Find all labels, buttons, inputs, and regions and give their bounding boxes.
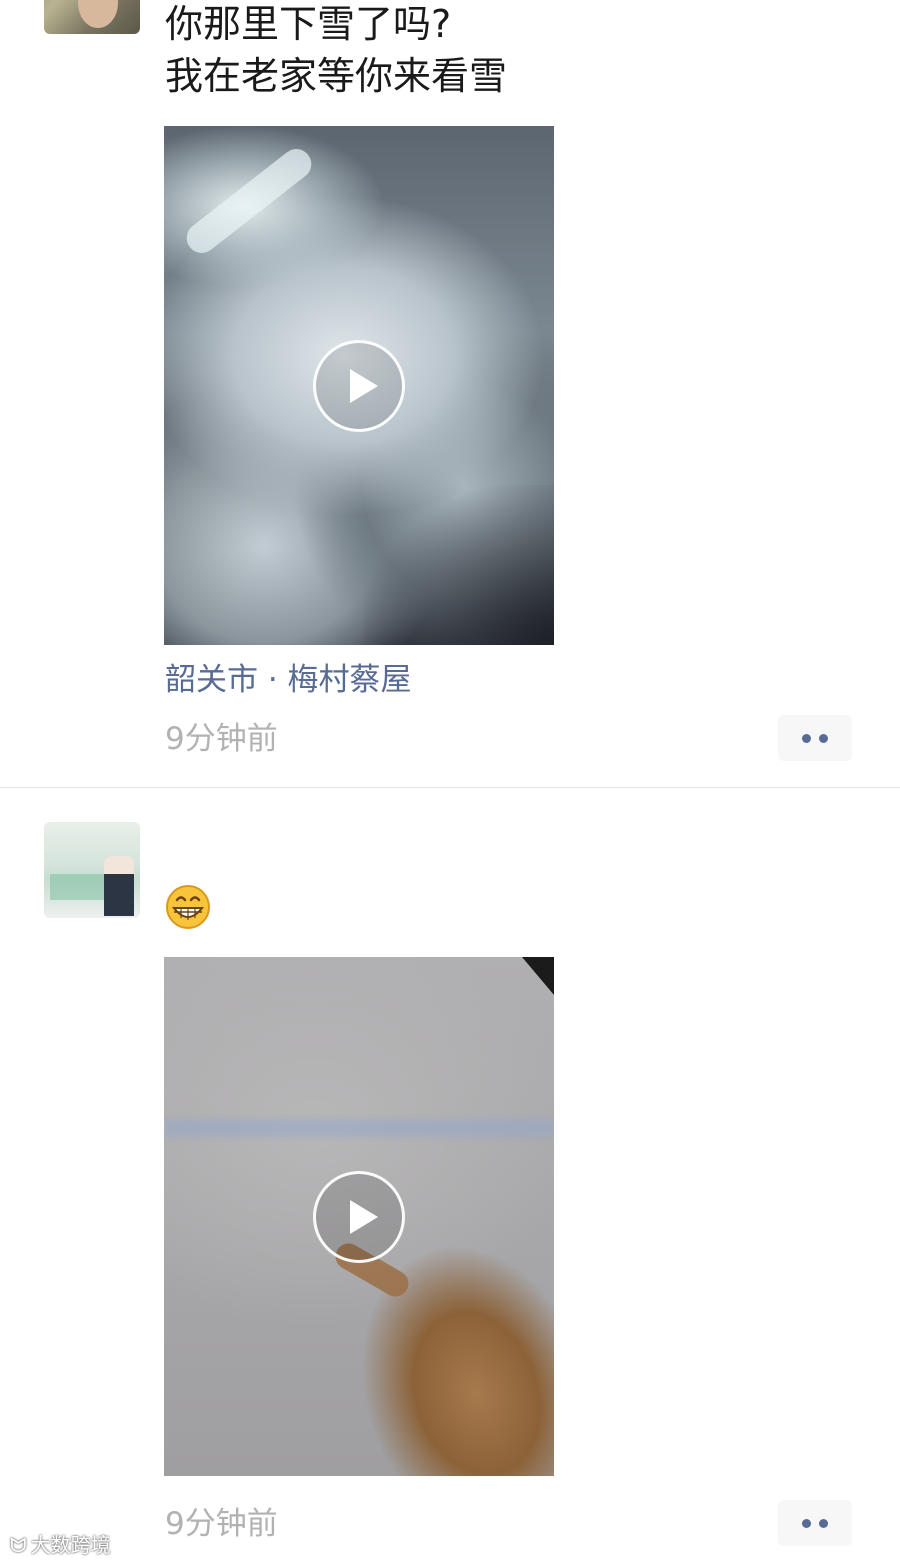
post-time: 9分钟前 <box>165 721 278 757</box>
avatar[interactable] <box>44 0 140 34</box>
moment-post: 9分钟前 <box>0 788 900 1563</box>
more-dots-icon <box>819 1519 828 1528</box>
caption-line: 我在老家等你来看雪 <box>165 54 508 98</box>
video-thumbnail[interactable] <box>164 957 554 1476</box>
video-frame-detail <box>180 143 318 259</box>
location-link[interactable]: 韶关市 · 梅村蔡屋 <box>165 660 412 700</box>
caption-line: 你那里下雪了吗? <box>165 2 452 46</box>
video-frame-shadow <box>364 485 554 645</box>
avatar-image <box>50 874 106 900</box>
grinning-face-icon <box>166 885 210 929</box>
video-thumbnail[interactable] <box>164 126 554 645</box>
post-time: 9分钟前 <box>165 1506 278 1542</box>
video-frame-corner <box>522 957 554 995</box>
moment-post: 你那里下雪了吗? 我在老家等你来看雪 韶关市 · 梅村蔡屋 9分钟前 <box>0 0 900 787</box>
video-frame-detail <box>164 1119 554 1137</box>
play-button[interactable] <box>313 1171 405 1263</box>
play-icon <box>350 369 378 403</box>
play-icon <box>350 1200 378 1234</box>
watermark: ᗢ 大数跨境 <box>10 1532 111 1558</box>
avatar-image <box>104 856 134 916</box>
more-dots-icon <box>819 734 828 743</box>
post-caption: 你那里下雪了吗? 我在老家等你来看雪 <box>165 0 507 102</box>
avatar-image <box>78 0 118 28</box>
more-dots-icon <box>802 1519 811 1528</box>
more-button[interactable] <box>778 715 852 761</box>
play-button[interactable] <box>313 340 405 432</box>
avatar[interactable] <box>44 822 140 918</box>
watermark-text: 大数跨境 <box>30 1533 111 1557</box>
more-dots-icon <box>802 734 811 743</box>
watermark-logo-icon: ᗢ <box>10 1533 27 1557</box>
more-button[interactable] <box>778 1500 852 1546</box>
